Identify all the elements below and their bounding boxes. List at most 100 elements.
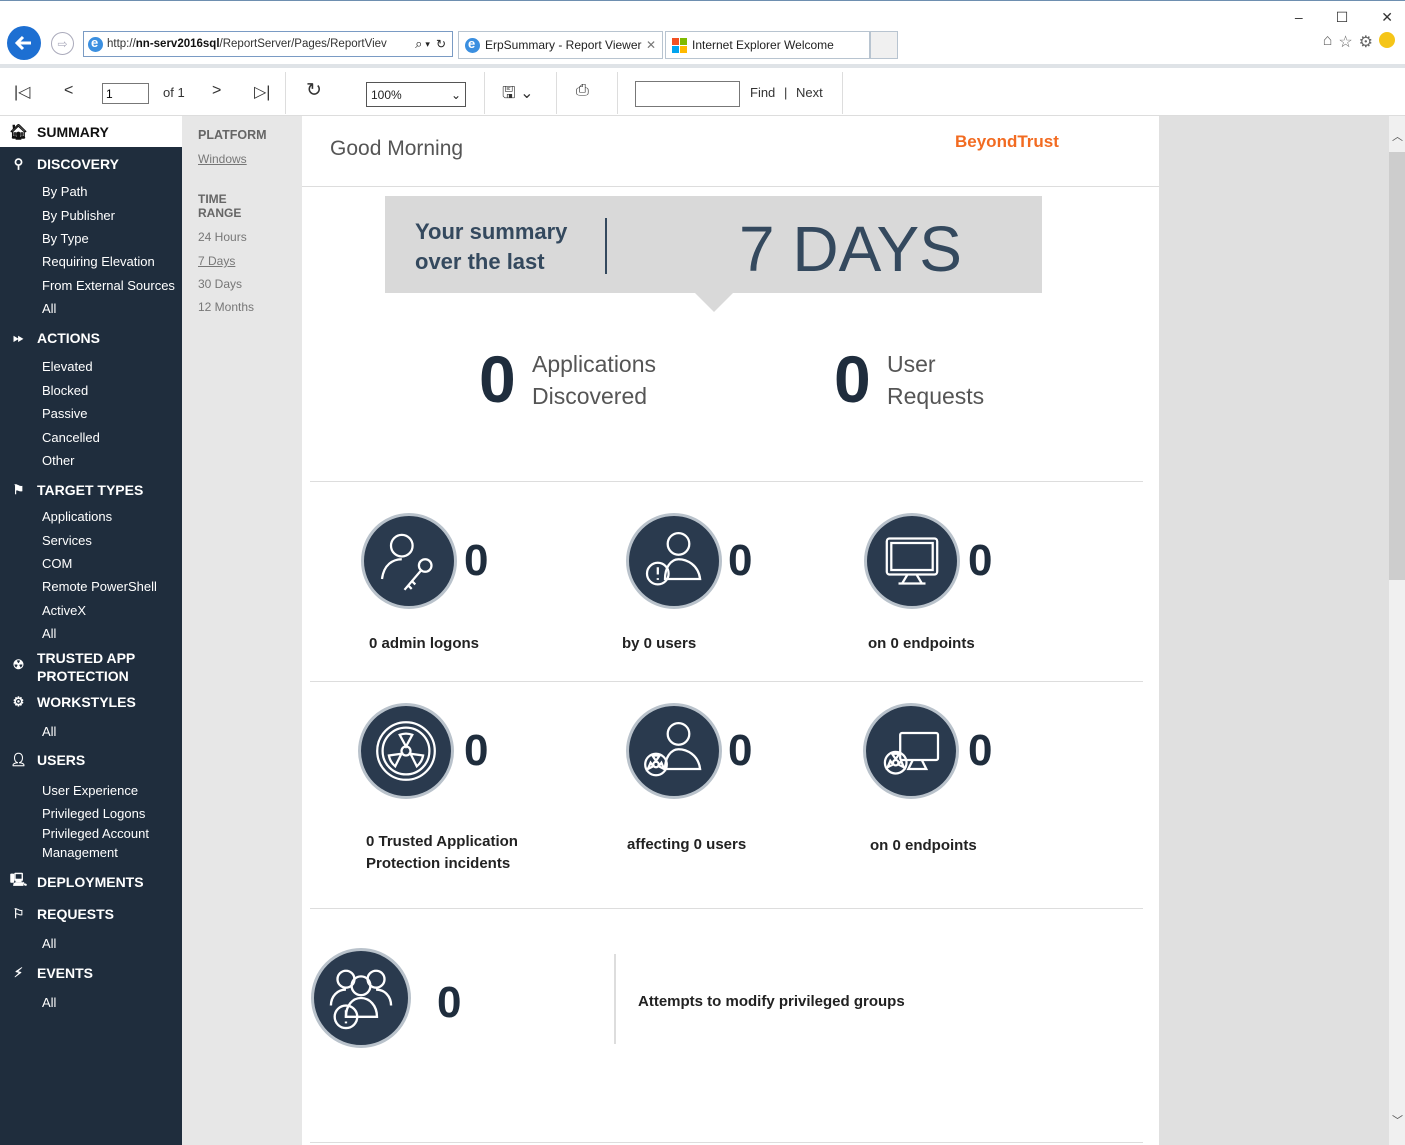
divider-vertical bbox=[608, 954, 616, 1044]
sidebar-item[interactable]: Remote PowerShell bbox=[42, 579, 157, 594]
sidebar-item[interactable]: Elevated bbox=[42, 359, 93, 374]
sidebar-item[interactable]: By Path bbox=[42, 184, 88, 199]
section-label: TRUSTED APP PROTECTION bbox=[37, 649, 135, 685]
last-page-icon[interactable]: ▷| bbox=[254, 82, 270, 102]
sidebar-item[interactable]: Requiring Elevation bbox=[42, 254, 155, 269]
feedback-smiley-icon[interactable] bbox=[1379, 32, 1395, 48]
close-window-icon[interactable]: ✕ bbox=[1381, 9, 1393, 26]
maximize-icon[interactable]: ☐ bbox=[1336, 9, 1349, 26]
separator bbox=[842, 72, 843, 114]
sidebar-section-actions[interactable]: ⏩︎ ACTIONS bbox=[0, 330, 100, 346]
sidebar-item[interactable]: COM bbox=[42, 556, 72, 571]
sidebar-item[interactable]: Services bbox=[42, 533, 92, 548]
time-option[interactable]: 24 Hours bbox=[198, 230, 247, 244]
user-requests-label: User Requests bbox=[887, 348, 984, 412]
window-controls: – ☐ ✕ bbox=[1295, 9, 1393, 26]
sidebar-item[interactable]: All bbox=[42, 995, 56, 1010]
browser-chrome: ⇨ http://nn-serv2016sql/ReportServer/Pag… bbox=[0, 0, 1405, 64]
find-input[interactable] bbox=[635, 81, 740, 107]
time-range-heading: TIME RANGE bbox=[198, 192, 241, 220]
divider bbox=[310, 681, 1143, 682]
browser-tools: ⌂ ☆ ⚙ bbox=[1323, 32, 1395, 52]
sidebar-item[interactable]: Cancelled bbox=[42, 430, 100, 445]
sidebar-item[interactable]: By Publisher bbox=[42, 208, 115, 223]
tab-ie-welcome[interactable]: Internet Explorer Welcome bbox=[665, 31, 870, 59]
search-icon[interactable]: ⌕ bbox=[415, 36, 422, 52]
sidebar-section-target-types[interactable]: ⚑ TARGET TYPES bbox=[0, 482, 144, 498]
sidebar-item[interactable]: From External Sources bbox=[42, 278, 175, 293]
scroll-down-icon[interactable]: ﹀ bbox=[1392, 1112, 1403, 1128]
sidebar-item[interactable]: Passive bbox=[42, 406, 88, 421]
first-page-icon[interactable]: |◁ bbox=[14, 82, 30, 102]
time-option[interactable]: 30 Days bbox=[198, 277, 242, 291]
sidebar-section-deployments[interactable]: 🖳 DEPLOYMENTS bbox=[0, 871, 144, 893]
forward-button[interactable]: ⇨ bbox=[51, 32, 74, 55]
fast-forward-icon: ⏩︎ bbox=[13, 330, 24, 345]
tab-report-viewer[interactable]: ErpSummary - Report Viewer ✕ bbox=[458, 31, 663, 59]
sidebar-item[interactable]: Blocked bbox=[42, 383, 88, 398]
banner-days: 7 DAYS bbox=[739, 213, 962, 285]
user-requests-count: 0 bbox=[834, 342, 871, 416]
zoom-select[interactable]: 100% ⌄ bbox=[366, 82, 466, 107]
banner-label: Your summary over the last bbox=[415, 217, 567, 277]
scrollbar-thumb[interactable] bbox=[1389, 152, 1405, 580]
back-button[interactable] bbox=[7, 26, 41, 60]
sidebar-item[interactable]: Privileged Logons bbox=[42, 806, 145, 821]
close-tab-icon[interactable]: ✕ bbox=[646, 38, 656, 52]
sidebar-item[interactable]: Other bbox=[42, 453, 75, 468]
print-icon[interactable]: ⎙ bbox=[576, 82, 589, 100]
applications-count: 0 bbox=[479, 342, 516, 416]
privileged-groups-caption: Attempts to modify privileged groups bbox=[638, 993, 905, 1010]
sidebar-section-requests[interactable]: ⚐ REQUESTS bbox=[0, 906, 114, 922]
affected-endpoints-icon bbox=[863, 703, 959, 799]
next-link[interactable]: Next bbox=[796, 85, 823, 100]
sidebar-section-trusted-app-protection[interactable]: ☢ TRUSTED APP PROTECTION bbox=[0, 649, 136, 685]
caption-line: Protection incidents bbox=[366, 855, 511, 872]
admin-logons-count: 0 bbox=[464, 536, 489, 585]
sidebar-item[interactable]: All bbox=[42, 724, 56, 739]
sidebar-section-events[interactable]: ⚡︎ EVENTS bbox=[0, 965, 93, 981]
arrow-right-icon: ⇨ bbox=[57, 36, 68, 51]
label-line: Applications bbox=[532, 351, 657, 377]
previous-page-icon[interactable]: < bbox=[64, 82, 73, 100]
time-option-selected[interactable]: 7 Days bbox=[198, 254, 235, 268]
dropdown-icon[interactable]: ▾ bbox=[425, 39, 430, 50]
next-page-icon[interactable]: > bbox=[212, 82, 221, 100]
label-line: User bbox=[887, 351, 936, 377]
sidebar-item[interactable]: Management bbox=[42, 845, 118, 860]
radiation-icon: ☢ bbox=[12, 657, 25, 672]
sidebar-item[interactable]: Applications bbox=[42, 509, 112, 524]
sidebar-section-users[interactable]: 👤︎ USERS bbox=[0, 752, 85, 768]
time-option[interactable]: 12 Months bbox=[198, 300, 254, 314]
affected-endpoints-caption: on 0 endpoints bbox=[870, 837, 977, 854]
lightning-icon: ⚡︎ bbox=[13, 965, 24, 980]
find-link[interactable]: Find bbox=[750, 85, 775, 100]
sidebar-item[interactable]: ActiveX bbox=[42, 603, 86, 618]
users-caption: by 0 users bbox=[622, 635, 697, 652]
settings-icon[interactable]: ⚙ bbox=[1359, 32, 1373, 52]
sidebar-section-discovery[interactable]: ⚲ DISCOVERY bbox=[0, 156, 119, 172]
page-number-input[interactable] bbox=[102, 83, 149, 104]
sidebar-item[interactable]: User Experience bbox=[42, 783, 138, 798]
platform-windows-link[interactable]: Windows bbox=[198, 152, 247, 166]
sidebar-section-workstyles[interactable]: ⚙ WORKSTYLES bbox=[0, 694, 136, 710]
address-bar[interactable]: http://nn-serv2016sql/ReportServer/Pages… bbox=[83, 31, 453, 57]
save-icon[interactable]: 🖫 ⌄ bbox=[502, 82, 533, 109]
tap-incidents-caption: 0 Trusted Application Protection incident… bbox=[366, 831, 518, 875]
sidebar-item[interactable]: All bbox=[42, 626, 56, 641]
refresh-icon[interactable]: ↻ bbox=[436, 37, 446, 51]
new-tab-button[interactable] bbox=[870, 31, 898, 59]
favorites-icon[interactable]: ☆ bbox=[1338, 32, 1352, 52]
find-separator: | bbox=[784, 85, 788, 100]
sidebar-item[interactable]: All bbox=[42, 301, 56, 316]
ie-icon bbox=[88, 35, 103, 52]
minimize-icon[interactable]: – bbox=[1295, 9, 1303, 26]
divider bbox=[310, 1142, 1143, 1143]
scroll-up-icon[interactable]: ︿ bbox=[1392, 128, 1403, 144]
refresh-icon[interactable]: ↻ bbox=[306, 79, 322, 102]
sidebar-item[interactable]: By Type bbox=[42, 231, 89, 246]
sidebar-item[interactable]: Privileged Account bbox=[42, 826, 149, 841]
sidebar-item[interactable]: All bbox=[42, 936, 56, 951]
home-icon[interactable]: ⌂ bbox=[1323, 32, 1333, 52]
sidebar-item-summary[interactable]: 🏠︎ SUMMARY bbox=[0, 116, 182, 147]
